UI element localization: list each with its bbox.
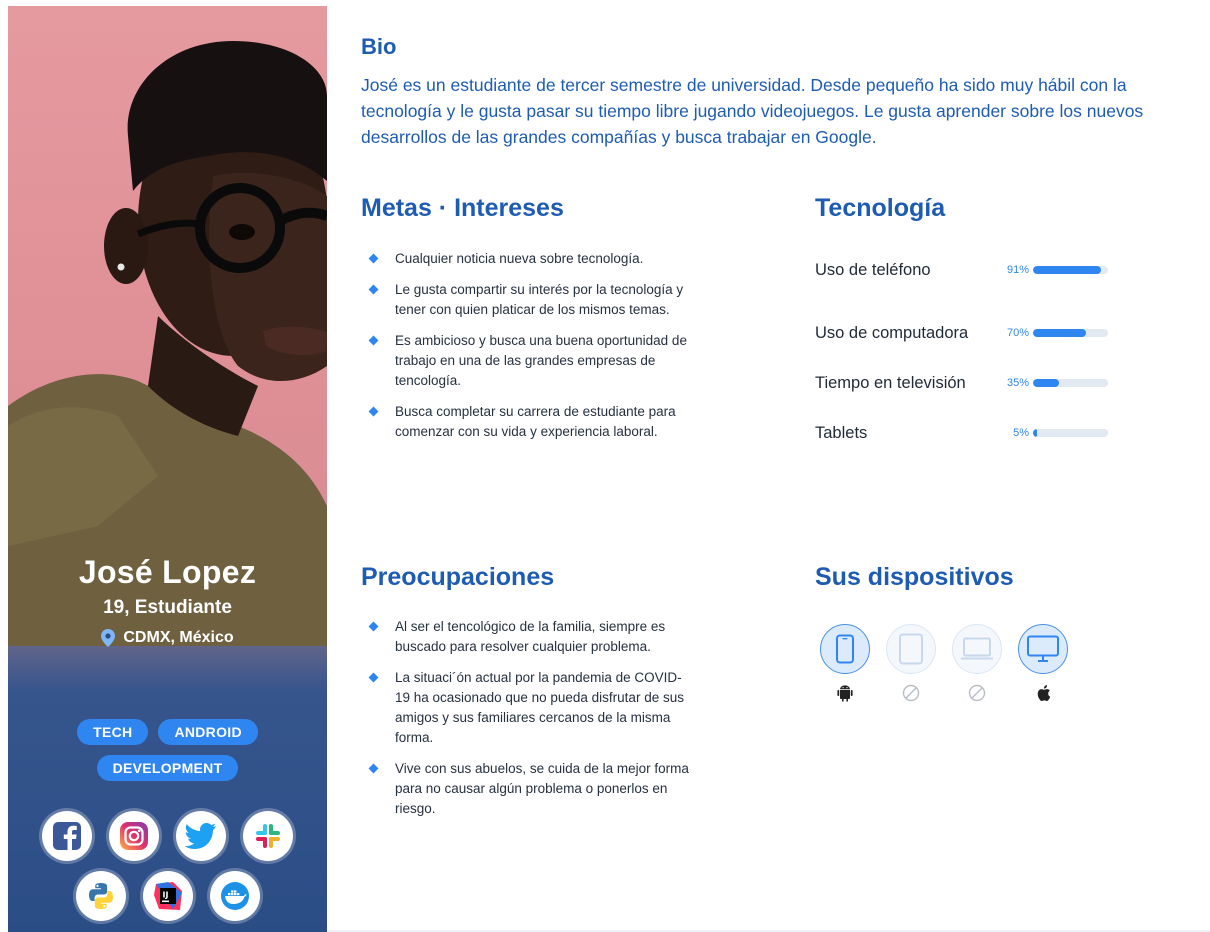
tablet-icon <box>886 624 936 674</box>
persona-apps: IJ <box>8 811 327 931</box>
progress-fill <box>1033 266 1102 274</box>
persona-tags: TECH ANDROID DEVELOPMENT <box>8 719 327 781</box>
technology-list: Uso de teléfono 91% Uso de computadora 7… <box>815 258 1115 458</box>
bio-title: Bio <box>361 34 397 59</box>
python-icon[interactable] <box>75 871 126 921</box>
tech-label: Uso de teléfono <box>815 260 931 279</box>
technology-title: Tecnología <box>815 194 946 222</box>
tech-percent: 35% <box>1006 377 1029 389</box>
tech-label: Uso de computadora <box>815 323 969 342</box>
tech-label: Tiempo en televisión <box>815 373 966 392</box>
tech-percent: 91% <box>1006 264 1029 276</box>
persona-name: José Lopez <box>78 554 257 590</box>
persona-panel: José Lopez 19, Estudiante CDMX, México T… <box>8 6 327 932</box>
tech-row-computer: Uso de computadora 70% <box>815 308 1115 358</box>
location-pin-icon <box>101 629 116 647</box>
android-icon <box>837 685 853 702</box>
device-laptop <box>952 624 1002 702</box>
tech-row-phone: Uso de teléfono 91% <box>815 258 1115 282</box>
progress-fill <box>1033 329 1086 337</box>
docker-icon[interactable] <box>209 871 260 921</box>
goals-title: Metas · Intereses <box>361 194 564 222</box>
laptop-icon <box>952 624 1002 674</box>
tech-percent: 5% <box>1013 427 1029 439</box>
device-tablet <box>886 624 936 702</box>
bio-text: José es un estudiante de tercer semestre… <box>361 75 1144 147</box>
progress-fill <box>1033 429 1037 437</box>
goal-item: Le gusta compartir su interés por la tec… <box>361 280 691 320</box>
concern-item: Al ser el tencológico de la familia, sie… <box>361 617 691 657</box>
progress-bar <box>1033 429 1108 437</box>
devices-title: Sus dispositivos <box>815 563 1014 591</box>
monitor-icon <box>1018 624 1068 674</box>
progress-bar <box>1033 379 1108 387</box>
device-phone <box>820 624 870 702</box>
progress-bar <box>1033 329 1108 337</box>
instagram-icon[interactable] <box>109 811 159 861</box>
apple-icon <box>1037 685 1051 701</box>
persona-age-role: 19, Estudiante <box>103 597 232 618</box>
concern-item: La situaci´ón actual por la pandemia de … <box>361 668 691 748</box>
goals-list: Cualquier noticia nueva sobre tecnología… <box>361 249 691 453</box>
progress-fill <box>1033 379 1060 387</box>
concerns-title: Preocupaciones <box>361 563 555 591</box>
slack-icon[interactable] <box>243 811 293 861</box>
persona-photo <box>8 41 327 646</box>
tech-percent: 70% <box>1006 327 1029 339</box>
device-monitor <box>1018 624 1068 702</box>
persona-identity: José Lopez 19, Estudiante CDMX, México <box>8 554 327 647</box>
facebook-icon[interactable] <box>42 811 92 861</box>
phone-icon <box>820 624 870 674</box>
not-allowed-icon <box>902 684 920 702</box>
persona-location-text: CDMX, México <box>123 629 234 646</box>
tech-label: Tablets <box>815 423 868 442</box>
concern-item: Vive con sus abuelos, se cuida de la mej… <box>361 759 691 819</box>
twitter-icon[interactable] <box>176 811 226 861</box>
svg-text:IJ: IJ <box>162 891 168 900</box>
devices-list <box>820 624 1068 702</box>
goal-item: Busca completar su carrera de estudiante… <box>361 402 691 442</box>
goal-item: Cualquier noticia nueva sobre tecnología… <box>361 249 691 269</box>
tag-tech[interactable]: TECH <box>77 719 149 745</box>
not-allowed-icon <box>968 684 986 702</box>
progress-bar <box>1033 266 1108 274</box>
goal-item: Es ambicioso y busca una buena oportunid… <box>361 331 691 391</box>
tag-android[interactable]: ANDROID <box>158 719 258 745</box>
tech-row-tablets: Tablets 5% <box>815 408 1115 458</box>
tag-development[interactable]: DEVELOPMENT <box>96 755 239 781</box>
tech-row-tv: Tiempo en televisión 35% <box>815 358 1115 408</box>
persona-location: CDMX, México <box>8 629 327 647</box>
concerns-list: Al ser el tencológico de la familia, sie… <box>361 617 691 830</box>
intellij-icon[interactable]: IJ <box>142 871 193 921</box>
